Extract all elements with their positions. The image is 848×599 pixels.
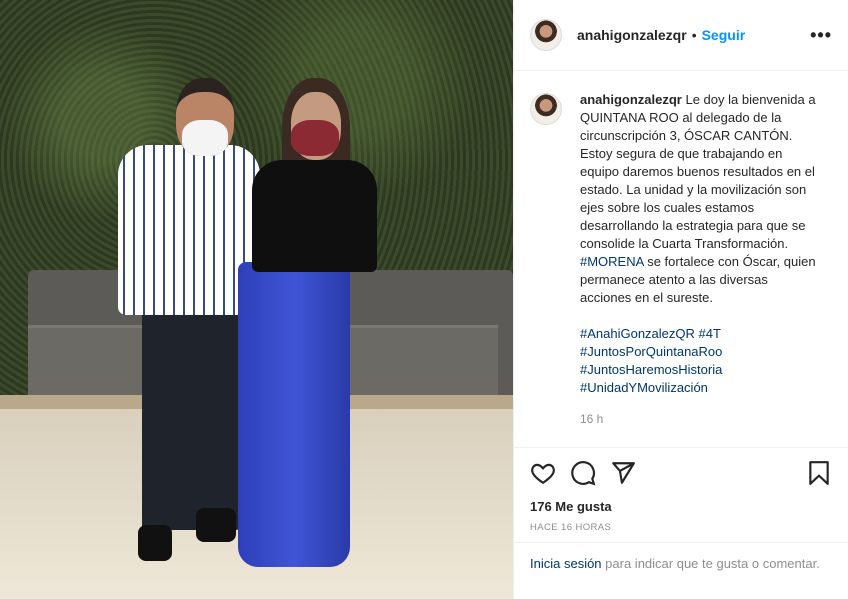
hashtag-link[interactable]: #MORENA — [580, 254, 644, 269]
woman-figure-mask — [291, 120, 339, 156]
man-figure-shoe — [138, 525, 172, 561]
post-username[interactable]: anahigonzalezqr — [577, 27, 687, 43]
post-photo[interactable] — [0, 0, 513, 599]
more-options-icon[interactable]: ••• — [810, 25, 832, 46]
caption-text: anahigonzalezqr Le doy la bienvenida a Q… — [580, 91, 820, 307]
action-bar — [514, 448, 848, 498]
caption-avatar[interactable] — [530, 93, 562, 125]
post-side-panel: anahigonzalezqr • Seguir ••• anahigonzal… — [513, 0, 848, 599]
hashtag-link[interactable]: #UnidadYMovilización — [580, 379, 820, 397]
login-prompt: Inicia sesión para indicar que te gusta … — [514, 542, 848, 599]
caption-body: anahigonzalezqr Le doy la bienvenida a Q… — [580, 91, 820, 447]
avatar[interactable] — [530, 19, 562, 51]
hashtag-link[interactable]: #AnahiGonzalezQR #4T — [580, 325, 820, 343]
follow-button[interactable]: Seguir — [702, 27, 746, 43]
man-figure-shoe — [196, 508, 236, 542]
woman-figure-pants — [238, 262, 350, 567]
woman-figure-top — [252, 160, 377, 272]
caption-section: anahigonzalezqr Le doy la bienvenida a Q… — [514, 71, 848, 448]
caption-username[interactable]: anahigonzalezqr — [580, 92, 682, 107]
man-figure-mask — [182, 120, 228, 156]
share-icon[interactable] — [610, 460, 636, 486]
caption-timestamp[interactable]: 16 h — [580, 410, 820, 428]
hashtag-link[interactable]: #JuntosPorQuintanaRoo — [580, 343, 820, 361]
post-header: anahigonzalezqr • Seguir ••• — [514, 0, 848, 71]
bookmark-icon[interactable] — [806, 460, 832, 486]
post-date: HACE 16 HORAS — [530, 522, 612, 533]
separator-dot: • — [691, 27, 697, 43]
man-figure-pants — [142, 305, 240, 530]
caption-main-text: Le doy la bienvenida a QUINTANA ROO al d… — [580, 92, 816, 251]
hashtag-link[interactable]: #JuntosHaremosHistoria — [580, 361, 820, 379]
heart-icon[interactable] — [530, 460, 556, 486]
hashtag-list: #AnahiGonzalezQR #4T #JuntosPorQuintanaR… — [580, 325, 820, 397]
likes-count[interactable]: 176 Me gusta — [514, 498, 848, 522]
login-prompt-text: para indicar que te gusta o comentar. — [605, 556, 820, 571]
comment-icon[interactable] — [570, 460, 596, 486]
login-link[interactable]: Inicia sesión — [530, 556, 602, 571]
